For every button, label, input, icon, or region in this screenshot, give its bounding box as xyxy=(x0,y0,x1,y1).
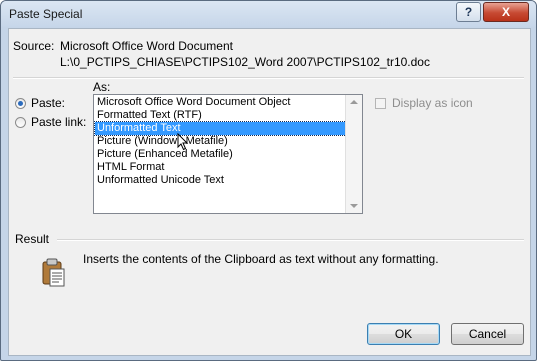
dialog-title: Paste Special xyxy=(9,7,83,21)
result-label: Result xyxy=(15,232,50,246)
result-description: Inserts the contents of the Clipboard as… xyxy=(83,252,439,266)
source-path: L:\0_PCTIPS_CHIASE\PCTIPS102_Word 2007\P… xyxy=(60,55,430,69)
list-item[interactable]: Unformatted Unicode Text xyxy=(95,174,346,187)
list-item[interactable]: Unformatted Text xyxy=(94,121,347,136)
paste-link-radio-label: Paste link: xyxy=(31,115,87,129)
list-item[interactable]: Microsoft Office Word Document Object xyxy=(95,96,346,109)
paste-radio-label: Paste: xyxy=(31,96,66,110)
divider xyxy=(13,77,524,79)
paste-link-radio[interactable] xyxy=(15,116,26,128)
display-as-icon-option[interactable]: Display as icon xyxy=(375,96,473,110)
paste-radio[interactable] xyxy=(15,97,26,109)
ok-button[interactable]: OK xyxy=(367,323,440,345)
as-format-listbox[interactable]: Microsoft Office Word Document Object For… xyxy=(93,94,363,214)
list-item[interactable]: Formatted Text (RTF) xyxy=(95,109,346,122)
close-button[interactable]: X xyxy=(483,2,529,22)
list-item[interactable]: HTML Format xyxy=(95,161,346,174)
mouse-cursor-icon xyxy=(177,133,189,151)
source-value: Microsoft Office Word Document xyxy=(60,39,233,53)
list-item[interactable]: Picture (Windows Metafile) xyxy=(95,135,346,148)
paste-radio-option[interactable]: Paste: xyxy=(15,96,65,110)
cancel-button[interactable]: Cancel xyxy=(451,323,524,345)
scroll-up-icon[interactable] xyxy=(350,100,358,104)
paste-special-dialog: Paste Special ? X Source: Microsoft Offi… xyxy=(0,0,537,361)
as-label: As: xyxy=(93,80,111,94)
display-as-icon-label: Display as icon xyxy=(392,96,473,110)
clipboard-icon xyxy=(42,258,65,287)
title-bar[interactable]: Paste Special ? X xyxy=(1,1,536,27)
source-label: Source: xyxy=(13,39,55,53)
format-list: Microsoft Office Word Document Object For… xyxy=(94,96,347,187)
help-button[interactable]: ? xyxy=(456,2,481,22)
list-scrollbar[interactable] xyxy=(345,95,362,213)
dialog-body: Source: Microsoft Office Word Document L… xyxy=(8,28,531,356)
display-as-icon-checkbox[interactable] xyxy=(375,97,386,109)
result-divider xyxy=(57,239,524,241)
scroll-down-icon[interactable] xyxy=(350,204,358,208)
list-item[interactable]: Picture (Enhanced Metafile) xyxy=(95,148,346,161)
paste-link-radio-option[interactable]: Paste link: xyxy=(15,115,86,129)
